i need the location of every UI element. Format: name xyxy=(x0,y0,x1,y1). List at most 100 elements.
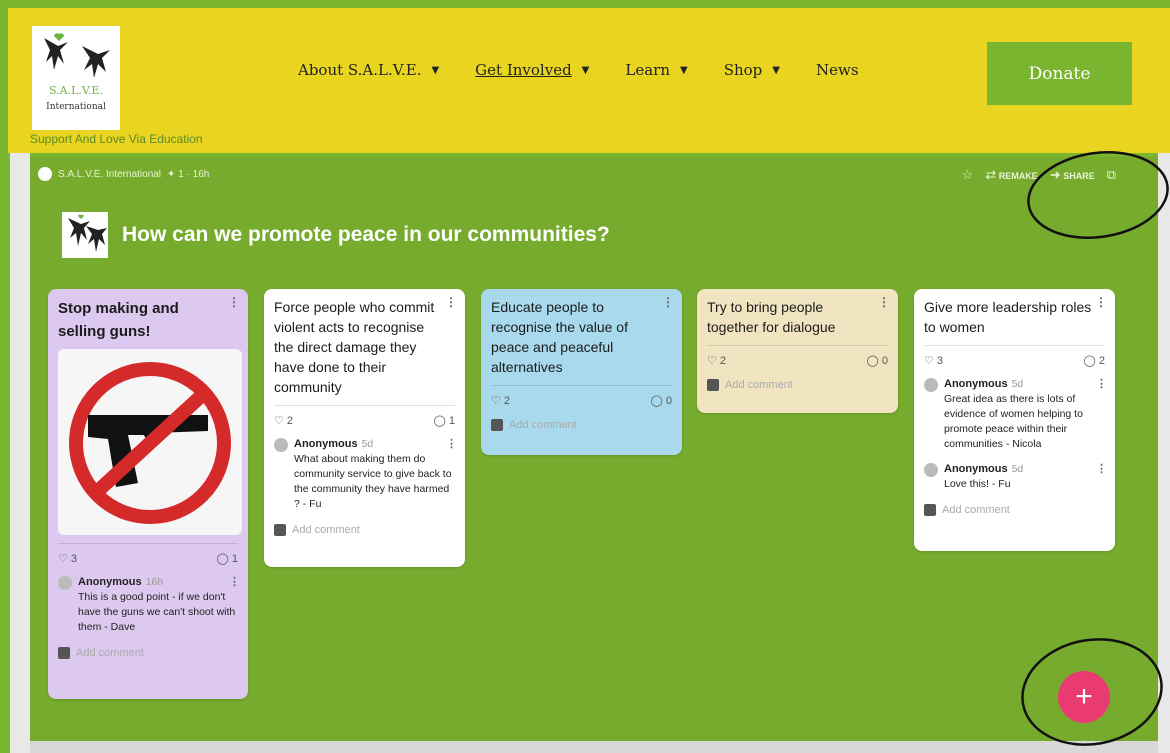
like-button[interactable]: ♡ 2 xyxy=(491,394,510,407)
add-comment-field[interactable]: Add comment xyxy=(491,419,672,431)
comment-count: 1 xyxy=(231,553,238,565)
main-nav: About S.A.L.V.E. ▼ Get Involved ▼ Learn … xyxy=(298,61,895,79)
annotation-circle xyxy=(1021,638,1163,746)
chevron-down-icon: ▼ xyxy=(680,64,688,76)
commenter-avatar xyxy=(924,463,938,477)
nav-news[interactable]: News xyxy=(816,61,859,79)
nav-about-label: About S.A.L.V.E. xyxy=(298,61,422,79)
comment-count-button[interactable]: ◯ 2 xyxy=(1084,354,1106,367)
star-icon[interactable]: ☆ xyxy=(962,167,974,183)
reactions-row: ♡ 2 ◯ 0 xyxy=(491,394,672,407)
wall-title: How can we promote peace in our communit… xyxy=(122,223,610,246)
like-count: 3 xyxy=(936,355,944,367)
divider xyxy=(274,405,455,406)
comment-text: What about making them do community serv… xyxy=(294,453,452,510)
chevron-down-icon: ▼ xyxy=(772,64,780,76)
tagline: Support And Love Via Education xyxy=(30,132,203,146)
commenter-name: Anonymous xyxy=(944,378,1008,390)
nav-shop-label: Shop xyxy=(723,61,763,79)
nav-get-involved[interactable]: Get Involved ▼ xyxy=(475,61,589,79)
more-options-icon[interactable]: ⋮ xyxy=(662,295,674,309)
add-comment-field[interactable]: Add comment xyxy=(707,379,888,391)
padlet-board: S.A.L.V.E. International ✦ 1 · 16h ☆ ⇄ R… xyxy=(30,157,1158,745)
comment-item: Anonymous 5d Love this! - Fu ⋮ xyxy=(924,462,1107,492)
like-count: 2 xyxy=(503,395,511,407)
nav-learn[interactable]: Learn ▼ xyxy=(625,61,687,79)
add-comment-field[interactable]: Add comment xyxy=(274,524,455,536)
bottom-bar xyxy=(30,741,1158,753)
like-count: 3 xyxy=(70,553,78,565)
user-avatar xyxy=(924,504,936,516)
user-avatar xyxy=(491,419,503,431)
more-options-icon[interactable]: ⋮ xyxy=(228,295,240,309)
comment-time: 16h xyxy=(145,576,164,588)
comment-text: Love this! - Fu xyxy=(944,478,1011,490)
more-options-icon[interactable]: ⋮ xyxy=(446,437,457,450)
site-header: S.A.L.V.E. International Support And Lov… xyxy=(8,8,1170,153)
no-guns-icon xyxy=(69,362,231,524)
commenter-name: Anonymous xyxy=(944,463,1008,475)
page-frame: S.A.L.V.E. International Support And Lov… xyxy=(0,0,1170,753)
board-author[interactable]: S.A.L.V.E. International xyxy=(58,169,161,180)
comment-text: Great idea as there is lots of evidence … xyxy=(944,393,1083,450)
hands-logo-icon xyxy=(44,33,68,70)
commenter-name: Anonymous xyxy=(294,438,358,450)
commenter-name: Anonymous xyxy=(78,576,142,588)
comment-time: 5d xyxy=(361,438,374,450)
hands-logo-icon xyxy=(68,214,107,252)
like-button[interactable]: ♡ 3 xyxy=(58,552,77,565)
add-comment-field[interactable]: Add comment xyxy=(58,647,238,659)
comment-count-button[interactable]: ◯ 0 xyxy=(867,354,889,367)
more-options-icon[interactable]: ⋮ xyxy=(1096,462,1107,475)
more-options-icon[interactable]: ⋮ xyxy=(1096,377,1107,390)
board-topbar: S.A.L.V.E. International ✦ 1 · 16h xyxy=(38,167,209,181)
nav-shop[interactable]: Shop ▼ xyxy=(724,61,780,79)
comment-item: Anonymous 16h This is a good point - if w… xyxy=(58,575,240,635)
post-card[interactable]: ⋮ Stop making and selling guns! ♡ 3 ◯ 1 … xyxy=(48,289,248,699)
comment-count: 1 xyxy=(448,415,455,427)
like-count: 2 xyxy=(286,415,294,427)
comment-count-button[interactable]: ◯ 0 xyxy=(651,394,673,407)
reactions-row: ♡ 2 ◯ 1 xyxy=(274,414,455,427)
post-card[interactable]: ⋮ Force people who commit violent acts t… xyxy=(264,289,465,567)
comment-count-button[interactable]: ◯ 1 xyxy=(217,552,239,565)
add-comment-placeholder: Add comment xyxy=(292,524,360,536)
reactions-row: ♡ 3 ◯ 1 xyxy=(58,552,238,565)
site-logo[interactable]: S.A.L.V.E. International xyxy=(32,26,120,130)
chevron-down-icon: ▼ xyxy=(581,64,590,76)
like-button[interactable]: ♡ 3 xyxy=(924,354,943,367)
like-button[interactable]: ♡ 2 xyxy=(274,414,293,427)
post-image xyxy=(58,349,242,535)
nav-get-involved-label: Get Involved xyxy=(475,61,572,79)
post-subject: Force people who commit violent acts to … xyxy=(274,299,435,395)
post-card[interactable]: ⋮ Educate people to recognise the value … xyxy=(481,289,682,455)
author-avatar[interactable] xyxy=(38,167,52,181)
reactions-row: ♡ 2 ◯ 0 xyxy=(707,354,888,367)
reactions-row: ♡ 3 ◯ 2 xyxy=(924,354,1105,367)
post-card[interactable]: ⋮ Give more leadership roles to women ♡ … xyxy=(914,289,1115,551)
comment-item: Anonymous 5d Great idea as there is lots … xyxy=(924,377,1107,452)
chevron-down-icon: ▼ xyxy=(431,64,440,76)
donate-button[interactable]: Donate xyxy=(987,42,1132,105)
comment-text: This is a good point - if we don't have … xyxy=(78,591,236,633)
user-avatar xyxy=(58,647,70,659)
user-avatar xyxy=(707,379,719,391)
nav-about[interactable]: About S.A.L.V.E. ▼ xyxy=(298,61,439,79)
more-options-icon[interactable]: ⋮ xyxy=(1095,295,1107,309)
more-options-icon[interactable]: ⋮ xyxy=(878,295,890,309)
comment-count-button[interactable]: ◯ 1 xyxy=(434,414,456,427)
post-subject: Educate people to recognise the value of… xyxy=(491,299,628,375)
comment-time: 5d xyxy=(1011,463,1024,475)
post-card[interactable]: ⋮ Try to bring people together for dialo… xyxy=(697,289,898,413)
add-comment-placeholder: Add comment xyxy=(942,504,1010,516)
comment-count: 2 xyxy=(1098,355,1105,367)
divider xyxy=(707,345,888,346)
more-options-icon[interactable]: ⋮ xyxy=(445,295,457,309)
more-options-icon[interactable]: ⋮ xyxy=(229,575,240,588)
like-count: 2 xyxy=(719,355,727,367)
comment-time: 5d xyxy=(1011,378,1024,390)
post-subject: Stop making and selling guns! xyxy=(58,300,179,340)
left-gutter xyxy=(10,153,30,753)
like-button[interactable]: ♡ 2 xyxy=(707,354,726,367)
add-comment-field[interactable]: Add comment xyxy=(924,504,1105,516)
